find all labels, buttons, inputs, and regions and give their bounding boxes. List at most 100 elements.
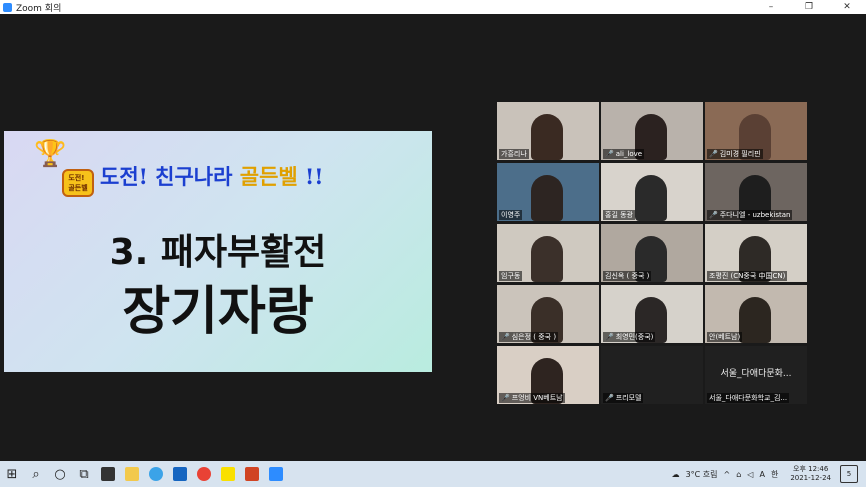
participant-name-text: 최영민(중국) <box>615 333 654 341</box>
muted-mic-icon: 🎤 <box>605 333 614 341</box>
participant-tile[interactable]: 🎤 주다니엘 - uzbekistan <box>705 163 807 221</box>
participant-name-text: 조평진 (CN중국 中国CN) <box>709 272 786 280</box>
participant-tile[interactable]: 김신옥 ( 중국 ) <box>601 224 703 282</box>
participant-name: 가흥리나 <box>499 149 529 159</box>
participant-tile[interactable]: 🎤 프리모델 <box>601 346 703 404</box>
participant-tile[interactable]: 🎤 ali_love <box>601 102 703 160</box>
meeting-stage: 🏆 도전! 골든벨 도전! 친구나라 골든벨 !! 3. 패자부활전 장기자랑 가… <box>0 14 866 461</box>
participant-name-text: 가흥리나 <box>501 150 527 158</box>
slide-title-line1: 3. 패자부활전 <box>109 232 327 273</box>
notification-count: 5 <box>846 470 852 478</box>
participant-name-text: 김미경 필리핀 <box>719 150 761 158</box>
participant-tile[interactable]: 조평진 (CN중국 中国CN) <box>705 224 807 282</box>
participant-tile[interactable]: 🎤 최영민(중국) <box>601 285 703 343</box>
participant-tile[interactable]: 서울_다애다문화... 서울_다애다문화학교_김... <box>705 346 807 404</box>
volume-icon[interactable]: ◁ <box>747 470 753 479</box>
participant-name: 조평진 (CN중국 中国CN) <box>707 271 788 281</box>
mail-icon[interactable] <box>168 461 192 487</box>
kakaotalk-icon[interactable] <box>216 461 240 487</box>
participant-tile[interactable]: 🎤 김미경 필리핀 <box>705 102 807 160</box>
participant-silhouette <box>531 236 563 282</box>
close-button[interactable]: ✕ <box>828 0 866 14</box>
participant-name: 서울_다애다문화학교_김... <box>707 393 790 403</box>
participant-name-text: ali_love <box>615 150 643 158</box>
participant-tile[interactable]: 🎤 심은정 ( 중국 ) <box>497 285 599 343</box>
participant-tile[interactable]: 홍길 동광 <box>601 163 703 221</box>
participant-name: 이영주 <box>499 210 523 220</box>
ime-hangul-indicator[interactable]: 한 <box>771 469 778 480</box>
participant-tile[interactable]: 🎤 프엉비 VN베트남 <box>497 346 599 404</box>
muted-mic-icon: 🎤 <box>605 394 614 402</box>
participant-name: 임구동 <box>499 271 523 281</box>
participant-name-text: 임구동 <box>501 272 521 280</box>
participant-name: 🎤 김미경 필리핀 <box>707 149 763 159</box>
minimize-button[interactable]: – <box>752 0 790 14</box>
powerpoint-icon[interactable] <box>240 461 264 487</box>
participant-silhouette <box>739 297 771 343</box>
muted-mic-icon: 🎤 <box>501 394 510 402</box>
participant-tile[interactable]: 임구동 <box>497 224 599 282</box>
chrome-icon[interactable] <box>192 461 216 487</box>
window-title: Zoom 회의 <box>16 3 62 14</box>
muted-mic-icon: 🎤 <box>501 333 510 341</box>
participant-name: 🎤 최영민(중국) <box>603 332 656 342</box>
muted-mic-icon: 🎤 <box>709 211 718 219</box>
participant-tile[interactable]: 이영주 <box>497 163 599 221</box>
slide-headline: 도전! 친구나라 골든벨 !! <box>100 161 323 191</box>
headline-part-a: 도전! 친구나라 <box>100 164 240 189</box>
participant-name-text: 심은정 ( 중국 ) <box>511 333 557 341</box>
search-icon[interactable]: ⌕ <box>24 461 48 487</box>
trophy-icon: 🏆 <box>34 139 67 169</box>
participant-name-text: 프리모델 <box>615 394 642 402</box>
participant-name-text: 안(베트남) <box>709 333 741 341</box>
shared-screen-slide: 🏆 도전! 골든벨 도전! 친구나라 골든벨 !! 3. 패자부활전 장기자랑 <box>4 131 432 372</box>
clock[interactable]: 오후 12:46 2021-12-24 <box>787 465 834 483</box>
participant-name: 🎤 프엉비 VN베트남 <box>499 393 565 403</box>
participant-name-text: 서울_다애다문화학교_김... <box>709 394 788 402</box>
participant-silhouette <box>531 114 563 160</box>
muted-mic-icon: 🎤 <box>709 150 718 158</box>
store-icon[interactable] <box>96 461 120 487</box>
network-icon[interactable]: ⌂ <box>736 470 741 479</box>
participant-name-text: 프엉비 VN베트남 <box>511 394 563 402</box>
ie-browser-icon[interactable] <box>144 461 168 487</box>
zoom-app-icon <box>3 2 12 12</box>
system-tray: ☁ 3°C 흐림 ^ ⌂ ◁ A 한 오후 12:46 2021-12-24 5 <box>669 461 866 487</box>
weather-text[interactable]: 3°C 흐림 <box>686 469 718 480</box>
muted-mic-icon: 🎤 <box>605 150 614 158</box>
clock-date: 2021-12-24 <box>790 474 831 482</box>
participant-silhouette <box>635 175 667 221</box>
participant-tile[interactable]: 가흥리나 <box>497 102 599 160</box>
golden-bell-logo: 도전! 골든벨 <box>62 169 94 197</box>
participant-name: 홍길 동광 <box>603 210 635 220</box>
windows-taskbar: ⊞ ⌕ ○ ⧉ ☁ 3°C 흐림 ^ ⌂ ◁ A 한 오후 12:46 2021… <box>0 461 866 487</box>
zoom-taskbar-icon[interactable] <box>264 461 288 487</box>
title-bar: Zoom 회의 – ❐ ✕ <box>0 0 866 14</box>
participant-name: 안(베트남) <box>707 332 743 342</box>
participant-name: 김신옥 ( 중국 ) <box>603 271 652 281</box>
windows-start-icon[interactable]: ⊞ <box>0 461 24 487</box>
cortana-icon[interactable]: ○ <box>48 461 72 487</box>
notification-center-icon[interactable]: 5 <box>840 465 858 483</box>
participant-name: 🎤 프리모델 <box>603 393 644 403</box>
participant-name-text: 김신옥 ( 중국 ) <box>605 272 650 280</box>
participant-silhouette <box>531 175 563 221</box>
participant-name-text: 주다니엘 - uzbekistan <box>719 211 791 219</box>
weather-icon[interactable]: ☁ <box>672 470 680 479</box>
task-view-icon[interactable]: ⧉ <box>72 461 96 487</box>
headline-part-b: 골든벨 <box>239 164 298 189</box>
ime-indicator[interactable]: A <box>759 470 764 479</box>
slide-title-line2: 장기자랑 <box>122 282 314 342</box>
participant-name-text: 홍길 동광 <box>605 211 633 219</box>
participant-tile[interactable]: 안(베트남) <box>705 285 807 343</box>
participant-display-name: 서울_다애다문화... <box>720 369 792 379</box>
file-explorer-icon[interactable] <box>120 461 144 487</box>
participant-name: 🎤 ali_love <box>603 149 645 159</box>
headline-part-c: !! <box>297 164 324 189</box>
chevron-up-icon[interactable]: ^ <box>724 470 731 479</box>
restore-button[interactable]: ❐ <box>790 0 828 14</box>
clock-time: 오후 12:46 <box>793 465 829 473</box>
participant-name: 🎤 심은정 ( 중국 ) <box>499 332 559 342</box>
participant-name-text: 이영주 <box>501 211 521 219</box>
window-controls: – ❐ ✕ <box>752 0 866 14</box>
